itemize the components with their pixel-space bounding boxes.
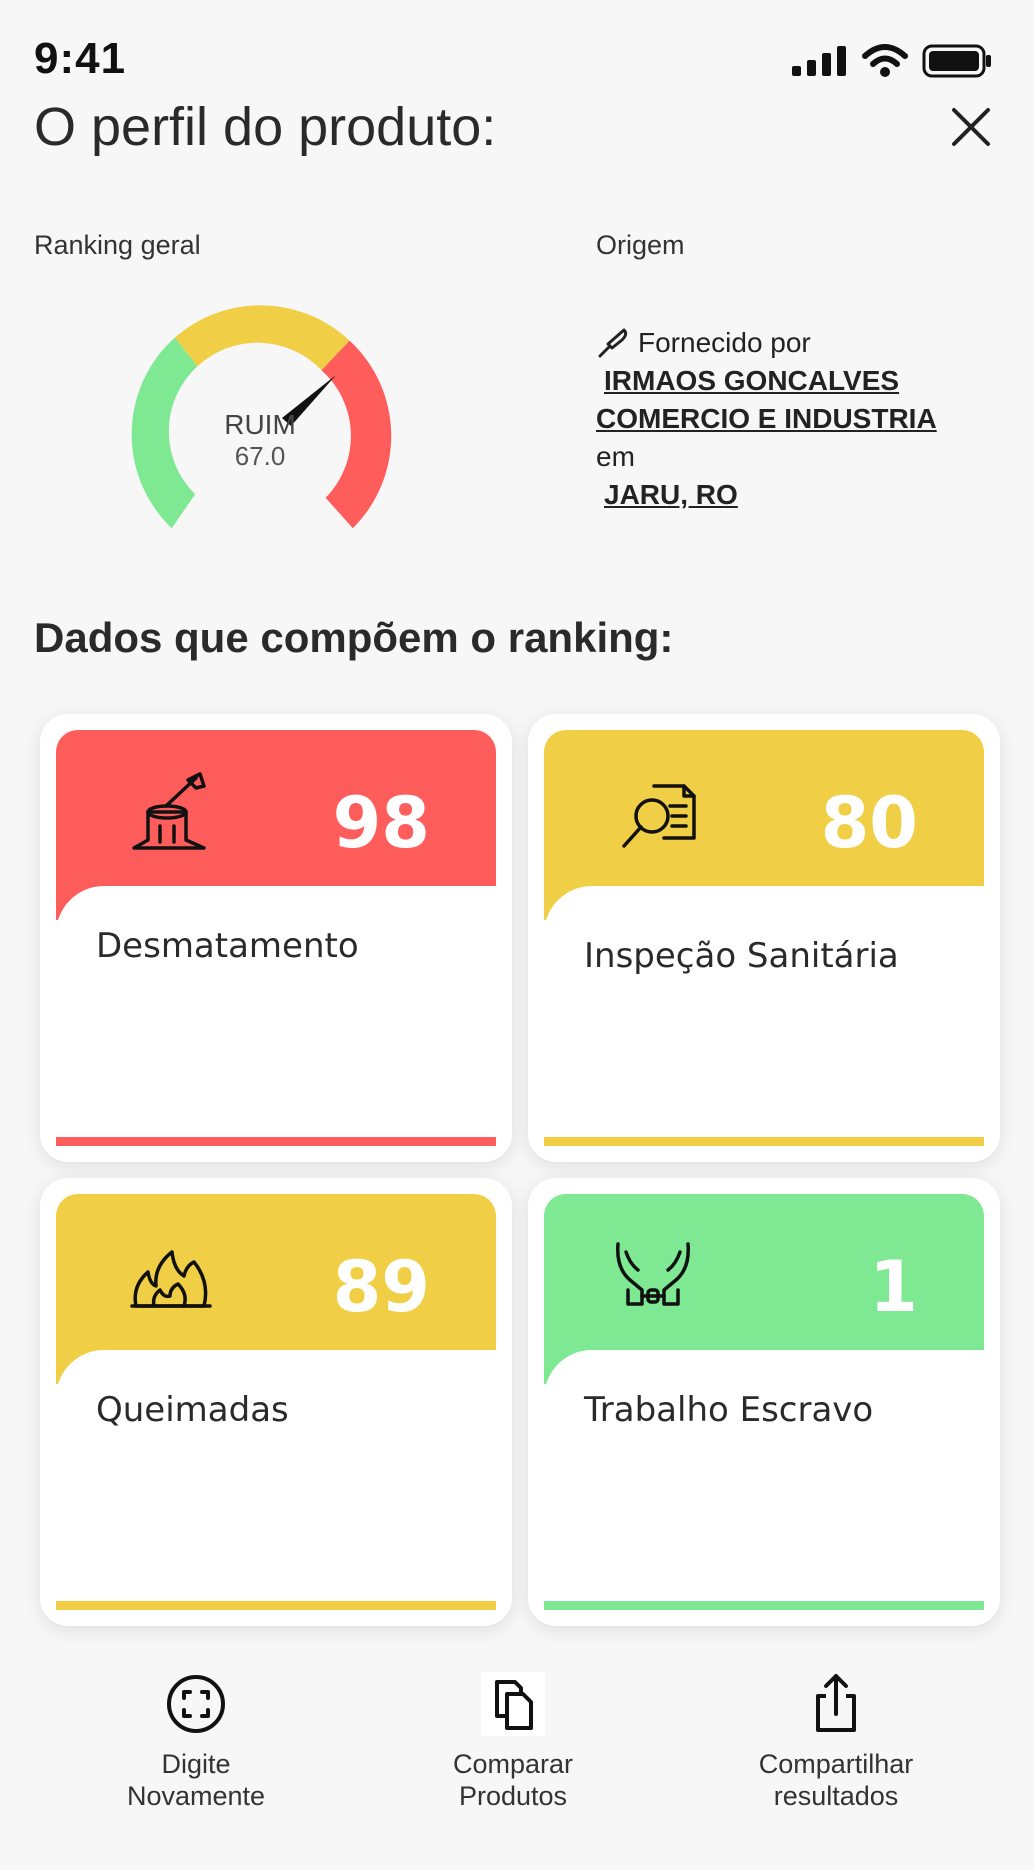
copy-documents-icon [481,1672,545,1736]
share-action[interactable]: Compartilhar resultados [706,1672,966,1812]
gauge-rating: RUIM [224,409,296,440]
origin-label: Origem [596,230,685,260]
status-time: 9:41 [34,34,127,83]
supplier-name-link-line2[interactable]: COMERCIO E INDUSTRIA [596,400,1016,438]
gauge-red-segment [321,340,392,529]
in-word: em [596,441,635,472]
battery-icon [922,44,991,78]
card-label: Queimadas [96,1390,289,1430]
scan-face-icon [167,1675,225,1733]
compare-label-line2: Produtos [458,1781,568,1811]
status-icons [792,44,994,78]
card-label: Desmatamento [96,926,359,966]
gauge-green-segment [131,337,198,529]
card-value: 98 [332,782,430,864]
tree-stump-axe-icon [132,772,206,850]
origin-block: Fornecido por IRMAOS GONCALVES COMERCIO … [596,324,1016,514]
share-label-line1: Compartilhar [758,1749,914,1779]
supplier-name-link-line1[interactable]: IRMAOS GONCALVES [596,362,1016,400]
card-queimadas[interactable]: 89 Queimadas [40,1178,512,1626]
provided-by-text: Fornecido por [638,327,811,358]
gauge-yellow-segment [174,305,350,371]
section-title: Dados que compõem o ranking: [34,614,674,661]
retry-label-line2: Novamente [126,1781,266,1811]
card-value: 89 [332,1246,430,1328]
card-bottom-bar [544,1137,984,1146]
share-icon [816,1674,856,1732]
page-title: O perfil do produto: [34,97,497,157]
retry-action[interactable]: Digite Novamente [66,1672,326,1812]
card-bottom-bar [56,1601,496,1610]
card-value: 80 [820,782,918,864]
card-desmatamento[interactable]: 98 Desmatamento [40,714,512,1162]
share-label-line2: resultados [773,1781,899,1811]
card-inspecao-sanitaria[interactable]: 80 Inspeção Sanitária [528,714,1000,1162]
close-icon[interactable] [946,102,996,152]
card-trabalho-escravo[interactable]: 1 Trabalho Escravo [528,1178,1000,1626]
gauge-score: 67.0 [235,441,286,471]
card-label: Trabalho Escravo [584,1390,874,1430]
ranking-label: Ranking geral [34,230,201,260]
wifi-icon [862,44,908,77]
signal-icon [792,46,846,76]
compare-action[interactable]: Comparar Produtos [383,1672,643,1812]
card-bottom-bar [56,1137,496,1146]
fire-icon [130,1250,212,1308]
magnifier-document-icon [622,784,696,848]
retry-label-line1: Digite [161,1749,231,1779]
card-label: Inspeção Sanitária [584,936,899,976]
ranking-gauge: RUIM 67.0 [131,305,392,529]
chained-hands-icon [616,1242,690,1306]
card-bottom-bar [544,1601,984,1610]
card-value: 1 [869,1246,918,1328]
location-link[interactable]: JARU, RO [596,476,1016,514]
knife-icon [598,328,628,358]
compare-label-line1: Comparar [452,1749,574,1779]
